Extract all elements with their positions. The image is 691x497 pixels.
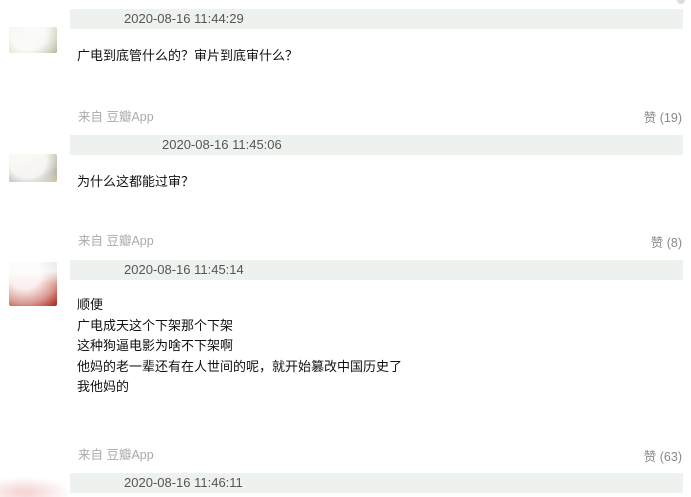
comment-thread: 2020-08-16 11:44:29 广电到底管什么的？审片到底审什么？ 来自… (0, 0, 691, 497)
comment-line: 他妈的老一辈还有在人世间的呢，就开始篡改中国历史了 (77, 359, 403, 375)
avatar-mask (0, 246, 70, 316)
comment-timestamp: 2020-08-16 11:46:11 (124, 475, 243, 490)
comment-timestamp: 2020-08-16 11:44:29 (124, 11, 244, 26)
comment-line: 顺便 (77, 298, 104, 313)
comment-timestamp: 2020-08-16 11:45:14 (124, 262, 244, 277)
comment-source: 来自 豆瓣App (78, 448, 154, 462)
corner-mark (677, 0, 685, 4)
comment-line: 广电到底管什么的？审片到底审什么？ (77, 49, 299, 64)
comment-source: 来自 豆瓣App (78, 234, 154, 248)
vote-button[interactable]: 赞 (19) (644, 107, 682, 126)
avatar[interactable] (0, 474, 80, 497)
comment-line: 这种狗逼电影为啥不下架啊 (77, 339, 234, 354)
comment-source: 来自 豆瓣App (78, 110, 154, 124)
comment-line: 为什么这都能过审？ (77, 175, 195, 190)
comment-text: 广电到底管什么的？审片到底审什么？ (77, 47, 298, 68)
vote-button[interactable]: 赞 (8) (651, 232, 682, 251)
comment-text: 顺便 广电成天这个下架那个下架 这种狗逼电影为啥不下架啊 他妈的老一辈还有在人世… (77, 296, 402, 399)
comment-line: 广电成天这个下架那个下架 (77, 318, 234, 334)
comment-line: 我他妈的 (77, 380, 130, 395)
comment-timestamp: 2020-08-16 11:45:06 (162, 137, 282, 152)
vote-button[interactable]: 赞 (63) (644, 446, 682, 465)
avatar-mask (0, 130, 70, 200)
comment-text: 为什么这都能过审？ (77, 173, 194, 194)
avatar-mask (0, 2, 70, 72)
